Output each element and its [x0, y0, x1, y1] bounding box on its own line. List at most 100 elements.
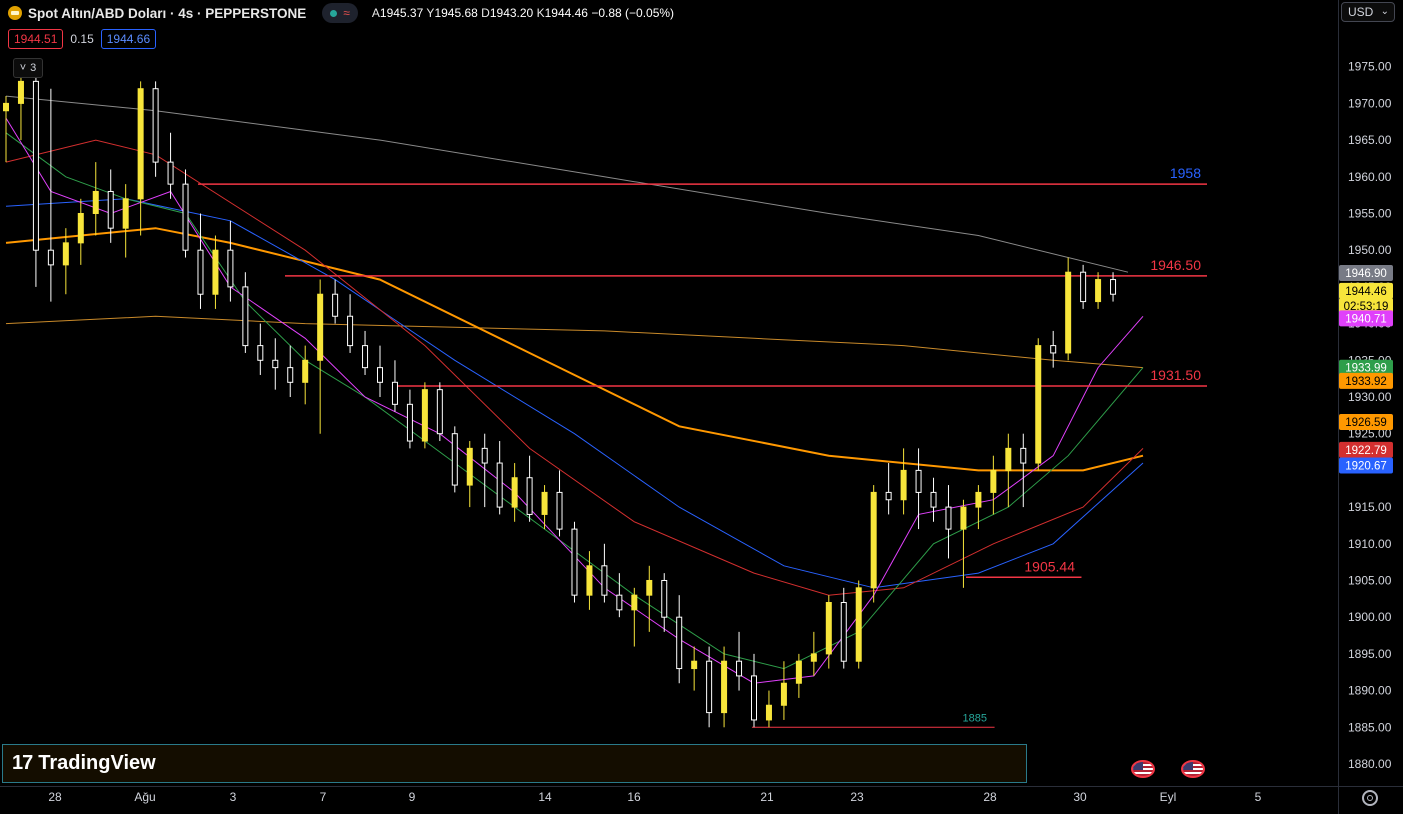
high-value: 1945.68: [434, 6, 478, 20]
candle-body: [885, 491, 892, 501]
candle-body: [496, 462, 503, 508]
candle-body: [736, 660, 743, 677]
price-chart[interactable]: 1975.00 1970.00 1965.00 1960.00 1955.00 1950.…: [0, 0, 1403, 814]
buy-button[interactable]: 1944.66: [100, 29, 157, 49]
candle-body: [526, 477, 533, 515]
y-tick-label: 1880.00: [1348, 757, 1392, 771]
candle-body: [915, 469, 922, 493]
y-tick-label: 1965.00: [1348, 133, 1392, 147]
candle-body: [1065, 271, 1072, 354]
candle-body: [511, 477, 518, 508]
candle-body: [900, 469, 907, 501]
candle-body: [795, 660, 802, 684]
symbol-title[interactable]: Spot Altın/ABD Doları · 4s · PEPPERSTONE: [28, 6, 306, 21]
open-value: 1945.37: [379, 6, 424, 20]
candle-body: [855, 587, 862, 662]
candle-body: [182, 183, 189, 251]
y-tick-label: 1970.00: [1348, 96, 1392, 110]
candle-body: [631, 594, 638, 611]
candle-body: [122, 198, 129, 229]
candle-body: [810, 653, 817, 662]
y-tick-label: 1960.00: [1348, 170, 1392, 184]
candle-body: [1020, 447, 1027, 464]
x-tick-label: 7: [320, 790, 327, 804]
candle-body: [945, 506, 952, 530]
candle-body: [661, 579, 668, 618]
candle-body: [1095, 279, 1102, 303]
candle-body: [436, 389, 443, 435]
candle-body: [272, 359, 279, 369]
close-value: 1944.46: [544, 6, 588, 20]
candle-body: [332, 293, 339, 317]
candle-body: [1080, 271, 1087, 303]
price-badge-label: 1946.90: [1345, 268, 1387, 280]
level-label: 1958: [1170, 165, 1201, 181]
level-label: 1931.50: [1150, 367, 1201, 383]
x-tick-label: 5: [1255, 790, 1262, 804]
trade-panel: 1944.51 0.15 1944.66: [8, 29, 157, 49]
y-tick-label: 1895.00: [1348, 647, 1392, 661]
candle-body: [77, 212, 84, 244]
candle-body: [1035, 345, 1042, 464]
y-tick-label: 1930.00: [1348, 390, 1392, 404]
tradingview-logo[interactable]: 17 TradingView: [12, 752, 156, 775]
currency-select[interactable]: USD ⌄: [1341, 2, 1395, 22]
ma-orange-thin-line: [5, 315, 1144, 369]
us-flag-event-icon[interactable]: [1131, 760, 1155, 778]
chevron-down-icon: ⌄: [1380, 6, 1389, 17]
indicators-collapse-button[interactable]: ˅ 3: [13, 58, 43, 78]
market-status-pill[interactable]: ≈: [322, 3, 358, 23]
candle-body: [780, 682, 787, 706]
ohlc-values: A1945.37 Y1945.68 D1943.20 K1944.46 −0.8…: [372, 6, 674, 20]
candle-body: [212, 249, 219, 295]
candle-body: [242, 286, 249, 347]
open-label: A: [371, 6, 380, 20]
candle-body: [317, 293, 324, 361]
candle-body: [17, 80, 24, 104]
candle-body: [870, 491, 877, 589]
gold-symbol-icon: [8, 6, 22, 20]
x-tick-label: 14: [538, 790, 552, 804]
candle-body: [362, 345, 369, 369]
y-tick-label: 1915.00: [1348, 500, 1392, 514]
chevron-down-icon: ˅: [19, 62, 27, 74]
tradingview-logo-text: TradingView: [38, 752, 156, 774]
candle-body: [347, 315, 354, 347]
candle-body: [3, 102, 9, 112]
candle-body: [706, 660, 713, 714]
candle-body: [302, 359, 309, 383]
candle-body: [601, 565, 608, 596]
candle-body: [721, 660, 728, 714]
price-badge-label: 1933.92: [1345, 376, 1387, 388]
x-tick-label: 21: [760, 790, 774, 804]
candle-body: [1110, 279, 1117, 295]
candle-body: [1050, 345, 1057, 354]
candle-body: [1005, 447, 1012, 471]
y-tick-label: 1905.00: [1348, 573, 1392, 587]
candle-body: [391, 381, 398, 405]
y-tick-label: 1975.00: [1348, 60, 1392, 74]
candle-body: [451, 433, 458, 486]
candle-body: [137, 88, 144, 200]
x-tick-label: 9: [409, 790, 416, 804]
y-tick-label: 1910.00: [1348, 537, 1392, 551]
candle-body: [47, 249, 54, 266]
x-tick-label: 23: [850, 790, 864, 804]
x-tick-label: 16: [627, 790, 641, 804]
level-label: 1946.50: [1150, 257, 1201, 273]
candle-body: [586, 565, 593, 596]
price-badge-label: 1944.46: [1345, 286, 1387, 298]
candle-body: [257, 345, 264, 361]
candle-body: [765, 704, 772, 721]
candle-body: [960, 506, 967, 530]
gear-icon[interactable]: [1362, 790, 1378, 806]
y-tick-label: 1950.00: [1348, 243, 1392, 257]
candle-body: [541, 491, 548, 515]
indicator-count: 3: [30, 62, 37, 74]
candle-body: [751, 675, 757, 721]
candle-body: [990, 469, 997, 493]
sell-button[interactable]: 1944.51: [8, 29, 64, 49]
x-tick-label: 28: [48, 790, 62, 804]
us-flag-event-icon[interactable]: [1181, 760, 1205, 778]
candle-body: [227, 249, 234, 288]
